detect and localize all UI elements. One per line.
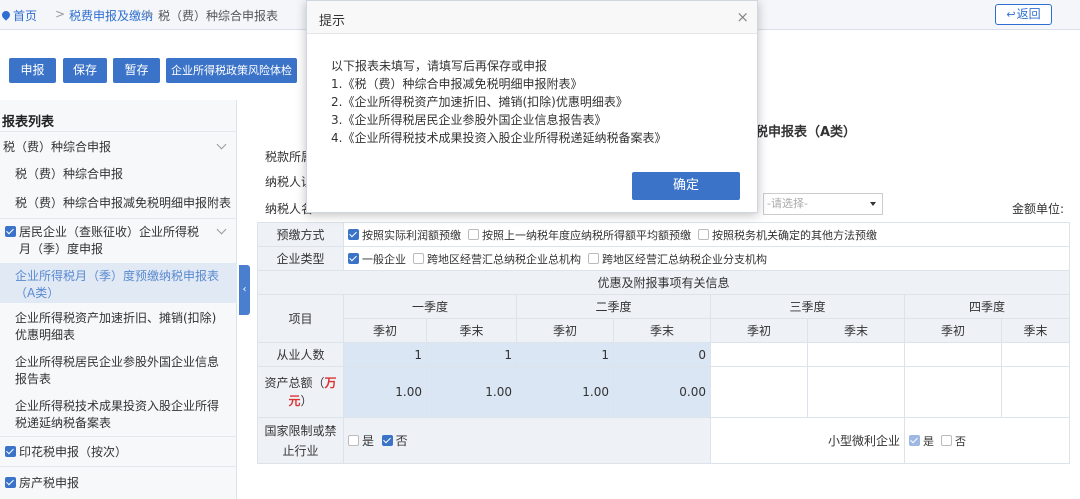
q3-end: 季末: [807, 318, 905, 343]
form-title: 税申报表（A类）: [755, 125, 857, 140]
employees-q3-start[interactable]: [710, 342, 808, 367]
amount-unit-label: 金额单位:: [1012, 202, 1065, 216]
quarter-3: 三季度: [710, 294, 905, 319]
row-assets: 资产总额（万元）: [257, 366, 344, 418]
prepay-label: 预缴方式: [257, 222, 344, 247]
quarter-2: 二季度: [516, 294, 711, 319]
q3-start: 季初: [710, 318, 808, 343]
sidebar-item-reduction-schedule[interactable]: 税（费）种综合申报减免税明细申报附表: [0, 195, 237, 212]
report-list-sidebar: 报表列表 税（费）种综合申报 税（费）种综合申报 税（费）种综合申报减免税明细申…: [0, 100, 237, 499]
industry-select[interactable]: -请选择-: [763, 193, 883, 215]
checkbox-unchecked-icon[interactable]: [588, 252, 599, 264]
q4-end: 季末: [1001, 318, 1070, 343]
quarter-1: 一季度: [343, 294, 517, 319]
collapse-sidebar-button[interactable]: ‹: [239, 265, 250, 315]
sidebar-group-comprehensive[interactable]: 税（费）种综合申报: [0, 131, 237, 161]
sidebar-item-property-tax[interactable]: 房产税申报: [0, 466, 237, 499]
dialog-title: 提示: [319, 14, 346, 29]
sidebar-item-accelerated-depreciation[interactable]: 企业所得税资产加速折旧、摊销(扣除)优惠明细表: [0, 310, 237, 344]
q4-start: 季初: [904, 318, 1002, 343]
save-button[interactable]: 保存: [63, 58, 107, 83]
prepay-options: 按照实际利润额预缴 按照上一纳税年度应纳税所得额平均额预缴 按照税务机关确定的其…: [343, 222, 1070, 247]
checkbox-checked-icon[interactable]: [348, 252, 359, 264]
dialog-line: 1.《税（费）种综合申报减免税明细申报附表》: [331, 77, 583, 91]
stash-button[interactable]: 暂存: [113, 58, 160, 83]
section-title: 优惠及附报事项有关信息: [257, 270, 1070, 295]
employees-q4-end[interactable]: [1001, 342, 1070, 367]
checkbox-unchecked-icon[interactable]: [698, 228, 709, 240]
checkbox-checked-icon[interactable]: [5, 446, 16, 457]
checkbox-checked-icon[interactable]: [5, 226, 16, 237]
checkbox-unchecked-icon[interactable]: [468, 228, 479, 240]
assets-q2-end[interactable]: 0.00: [613, 366, 711, 418]
q1-end: 季末: [426, 318, 517, 343]
close-icon[interactable]: ×: [736, 8, 749, 26]
checkbox-unchecked-icon[interactable]: [941, 434, 952, 446]
back-button[interactable]: ↩返回: [995, 4, 1052, 25]
employees-q2-start[interactable]: 1: [516, 342, 614, 367]
dialog-line: 2.《企业所得税资产加速折旧、摊销(扣除)优惠明细表》: [331, 95, 628, 109]
confirm-button[interactable]: 确定: [632, 172, 740, 200]
breadcrumb-separator: >: [55, 7, 66, 21]
assets-q4-end[interactable]: [1001, 366, 1070, 418]
sidebar-item-foreign-investment[interactable]: 企业所得税居民企业参股外国企业信息报告表: [0, 354, 237, 388]
type-label: 企业类型: [257, 246, 344, 271]
dialog-intro: 以下报表未填写，请填写后再保存或申报: [331, 59, 548, 73]
checkbox-checked-icon[interactable]: [348, 228, 359, 240]
sidebar-item-cit-prepayment[interactable]: 企业所得税月（季）度预缴纳税申报表（A类）: [0, 263, 237, 303]
assets-q3-end[interactable]: [807, 366, 905, 418]
assets-q1-start[interactable]: 1.00: [343, 366, 427, 418]
form-table: 预缴方式 按照实际利润额预缴 按照上一纳税年度应纳税所得额平均额预缴 按照税务机…: [257, 222, 1070, 464]
assets-q1-end[interactable]: 1.00: [426, 366, 517, 418]
row-employees: 从业人数: [257, 342, 344, 367]
small-micro-options: 是 否: [904, 417, 1070, 464]
quarter-4: 四季度: [904, 294, 1070, 319]
chevron-down-icon[interactable]: [216, 139, 227, 150]
type-options: 一般企业 跨地区经营汇总纳税企业总机构 跨地区经营汇总纳税企业分支机构: [343, 246, 1070, 271]
q2-end: 季末: [613, 318, 711, 343]
sidebar-title: 报表列表: [2, 115, 55, 130]
breadcrumb-current: 税（费）种综合申报表: [158, 9, 279, 23]
return-arrow-icon: ↩: [1006, 8, 1016, 21]
checkbox-unchecked-icon[interactable]: [348, 435, 359, 446]
employees-q1-end[interactable]: 1: [426, 342, 517, 367]
caret-down-icon: [870, 202, 876, 206]
q2-start: 季初: [516, 318, 614, 343]
sidebar-item-comprehensive[interactable]: 税（费）种综合申报: [0, 166, 237, 183]
dialog-line: 3.《企业所得税居民企业参股外国企业信息报告表》: [331, 113, 607, 127]
dialog-line: 4.《企业所得税技术成果投资入股企业所得税递延纳税备案表》: [331, 131, 667, 145]
employees-q2-end[interactable]: 0: [613, 342, 711, 367]
risk-check-button[interactable]: 企业所得税政策风险体检: [166, 58, 297, 83]
breadcrumb-tax[interactable]: 税费申报及缴纳: [69, 7, 153, 24]
breadcrumb-home[interactable]: 首页: [0, 7, 37, 24]
row-restricted: 国家限制或禁止行业: [257, 417, 344, 464]
location-pin-icon: [0, 9, 12, 21]
small-micro-label: 小型微利企业: [710, 417, 905, 464]
sidebar-group-cit[interactable]: 居民企业（查账征收）企业所得税月（季）度申报: [0, 218, 237, 262]
declare-button[interactable]: 申报: [9, 58, 56, 83]
dialog-header: 提示 ×: [307, 1, 757, 34]
restricted-options: 是 否: [343, 417, 711, 464]
chevron-down-icon[interactable]: [216, 224, 227, 235]
employees-q4-start[interactable]: [904, 342, 1002, 367]
breadcrumb-separator: >: [144, 7, 155, 21]
assets-q3-start[interactable]: [710, 366, 808, 418]
q1-start: 季初: [343, 318, 427, 343]
employees-q1-start[interactable]: 1: [343, 342, 427, 367]
alert-dialog: 提示 × 以下报表未填写，请填写后再保存或申报 1.《税（费）种综合申报减免税明…: [306, 0, 758, 213]
checkbox-checked-icon[interactable]: [5, 477, 16, 488]
checkbox-unchecked-icon[interactable]: [413, 252, 424, 264]
sidebar-item-stamp-tax[interactable]: 印花税申报（按次）: [0, 436, 237, 466]
assets-q4-start[interactable]: [904, 366, 1002, 418]
dialog-body: 以下报表未填写，请填写后再保存或申报 1.《税（费）种综合申报减免税明细申报附表…: [331, 57, 666, 147]
sidebar-item-tech-investment[interactable]: 企业所得税技术成果投资入股企业所得税递延纳税备案表: [0, 398, 237, 432]
checkbox-checked-icon[interactable]: [909, 434, 920, 446]
col-item: 项目: [257, 294, 344, 343]
checkbox-checked-icon[interactable]: [381, 435, 393, 446]
assets-q2-start[interactable]: 1.00: [516, 366, 614, 418]
employees-q3-end[interactable]: [807, 342, 905, 367]
